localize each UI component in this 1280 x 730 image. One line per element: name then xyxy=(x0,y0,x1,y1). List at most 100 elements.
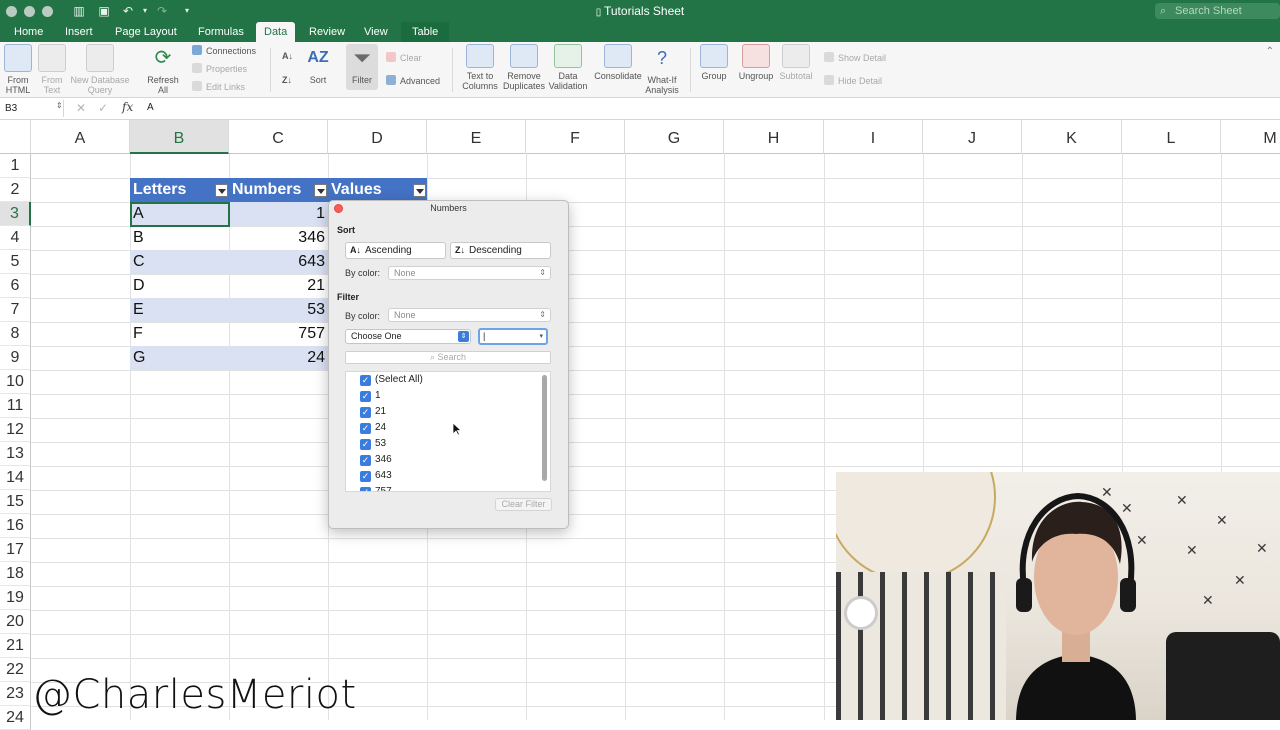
column-header-k[interactable]: K xyxy=(1022,120,1122,154)
row-header-24[interactable]: 24 xyxy=(0,706,31,730)
edit-links-button[interactable]: Edit Links xyxy=(192,81,245,93)
row-header-19[interactable]: 19 xyxy=(0,586,31,610)
row-header-5[interactable]: 5 xyxy=(0,250,31,274)
table-cell[interactable]: D xyxy=(130,274,229,298)
list-item[interactable]: ✓ 24 xyxy=(360,421,386,435)
column-header-f[interactable]: F xyxy=(526,120,625,154)
table-cell[interactable]: G xyxy=(130,346,229,370)
row-header-18[interactable]: 18 xyxy=(0,562,31,586)
column-header-g[interactable]: G xyxy=(625,120,724,154)
tab-table[interactable]: Table xyxy=(401,22,450,42)
row-header-2[interactable]: 2 xyxy=(0,178,31,202)
list-scrollbar[interactable] xyxy=(542,375,547,481)
column-header-c[interactable]: C xyxy=(229,120,328,154)
row-header-6[interactable]: 6 xyxy=(0,274,31,298)
table-cell[interactable]: F xyxy=(130,322,229,346)
remove-duplicates-button[interactable]: Remove Duplicates xyxy=(501,44,547,91)
row-header-13[interactable]: 13 xyxy=(0,442,31,466)
checkbox-checked-icon[interactable]: ✓ xyxy=(360,407,371,418)
checkbox-checked-icon[interactable]: ✓ xyxy=(360,455,371,466)
from-html-button[interactable]: From HTML xyxy=(2,44,34,95)
row-header-21[interactable]: 21 xyxy=(0,634,31,658)
column-header-h[interactable]: H xyxy=(724,120,824,154)
formula-input[interactable]: A xyxy=(147,102,154,113)
tab-home[interactable]: Home xyxy=(6,22,51,42)
filter-by-color-select[interactable]: None ⇕ xyxy=(388,308,551,322)
advanced-button[interactable]: Advanced xyxy=(386,75,440,87)
row-header-1[interactable]: 1 xyxy=(0,154,31,178)
tab-insert[interactable]: Insert xyxy=(57,22,101,42)
list-item[interactable]: ✓ 346 xyxy=(360,453,392,467)
condition-select[interactable]: Choose One ⇕ xyxy=(345,329,471,344)
row-header-10[interactable]: 10 xyxy=(0,370,31,394)
refresh-all-button[interactable]: ⟳ Refresh All xyxy=(145,44,181,95)
filter-search-input[interactable]: ⌕ Search xyxy=(345,351,551,364)
filter-button[interactable]: ⏷ Filter xyxy=(346,44,378,90)
filter-dropdown-icon[interactable] xyxy=(215,184,228,197)
select-all-corner[interactable] xyxy=(0,120,31,154)
row-header-14[interactable]: 14 xyxy=(0,466,31,490)
row-header-9[interactable]: 9 xyxy=(0,346,31,370)
column-header-i[interactable]: I xyxy=(824,120,923,154)
ungroup-button[interactable]: Ungroup xyxy=(737,44,775,81)
list-item[interactable]: ✓ 1 xyxy=(360,389,381,403)
column-header-a[interactable]: A xyxy=(31,120,130,154)
checkbox-checked-icon[interactable]: ✓ xyxy=(360,423,371,434)
column-header-e[interactable]: E xyxy=(427,120,526,154)
table-cell[interactable]: 643 xyxy=(229,250,328,274)
table-cell[interactable]: 757 xyxy=(229,322,328,346)
name-box-stepper-icon[interactable]: ⇕ xyxy=(56,101,63,110)
filter-dropdown-icon[interactable] xyxy=(314,184,327,197)
sort-button[interactable]: AZ Sort xyxy=(303,44,333,85)
sort-z-to-a-icon[interactable]: Z↓ xyxy=(282,74,292,86)
clear-button[interactable]: Clear xyxy=(386,52,422,64)
row-header-17[interactable]: 17 xyxy=(0,538,31,562)
insert-function-icon[interactable]: fx xyxy=(122,100,133,114)
sort-descending-button[interactable]: Z↓ Descending xyxy=(450,242,551,259)
search-sheet-input[interactable]: ⌕ Search Sheet xyxy=(1155,3,1280,19)
hide-detail-button[interactable]: Hide Detail xyxy=(824,75,882,87)
list-item[interactable]: ✓ 21 xyxy=(360,405,386,419)
table-cell[interactable]: 21 xyxy=(229,274,328,298)
row-header-16[interactable]: 16 xyxy=(0,514,31,538)
sort-a-to-z-icon[interactable]: A↓ xyxy=(282,50,293,62)
tab-data[interactable]: Data xyxy=(256,22,296,42)
table-cell[interactable]: C xyxy=(130,250,229,274)
row-header-7[interactable]: 7 xyxy=(0,298,31,322)
new-database-query-button[interactable]: New Database Query xyxy=(70,44,130,95)
row-header-23[interactable]: 23 xyxy=(0,682,31,706)
list-item-select-all[interactable]: ✓ (Select All) xyxy=(360,373,423,387)
subtotal-button[interactable]: Subtotal xyxy=(777,44,815,81)
checkbox-checked-icon[interactable]: ✓ xyxy=(360,471,371,482)
row-header-3[interactable]: 3 xyxy=(0,202,31,226)
table-cell[interactable]: B xyxy=(130,226,229,250)
tab-page-layout[interactable]: Page Layout xyxy=(107,22,185,42)
sort-ascending-button[interactable]: A↓ Ascending xyxy=(345,242,446,259)
row-header-8[interactable]: 8 xyxy=(0,322,31,346)
table-cell[interactable]: 346 xyxy=(229,226,328,250)
tab-view[interactable]: View xyxy=(356,22,396,42)
what-if-analysis-button[interactable]: ? What-If Analysis xyxy=(642,44,682,95)
cancel-icon[interactable]: ✕ xyxy=(76,101,86,115)
data-validation-button[interactable]: Data Validation xyxy=(546,44,590,91)
column-header-d[interactable]: D xyxy=(328,120,427,154)
condition-value-input[interactable]: | ▾ xyxy=(478,328,548,345)
checkbox-checked-icon[interactable]: ✓ xyxy=(360,391,371,402)
checkbox-checked-icon[interactable]: ✓ xyxy=(360,487,371,491)
column-header-l[interactable]: L xyxy=(1122,120,1221,154)
list-item[interactable]: ✓ 757 xyxy=(360,485,392,491)
tab-review[interactable]: Review xyxy=(301,22,353,42)
column-header-b[interactable]: B xyxy=(130,120,229,154)
table-cell[interactable]: E xyxy=(130,298,229,322)
row-header-20[interactable]: 20 xyxy=(0,610,31,634)
column-header-m[interactable]: M xyxy=(1221,120,1280,154)
name-box[interactable]: B3 xyxy=(0,100,64,117)
show-detail-button[interactable]: Show Detail xyxy=(824,52,886,64)
enter-icon[interactable]: ✓ xyxy=(98,101,108,115)
connections-button[interactable]: Connections xyxy=(192,45,256,57)
consolidate-button[interactable]: Consolidate xyxy=(592,44,644,81)
tab-formulas[interactable]: Formulas xyxy=(190,22,252,42)
filter-values-list[interactable]: ✓ (Select All) ✓ 1 ✓ 21 ✓ 24 ✓ 53 ✓ 346 ✓ 643 ✓… xyxy=(345,371,551,492)
properties-button[interactable]: Properties xyxy=(192,63,247,75)
collapse-ribbon-icon[interactable]: ⌃ xyxy=(1266,46,1274,57)
